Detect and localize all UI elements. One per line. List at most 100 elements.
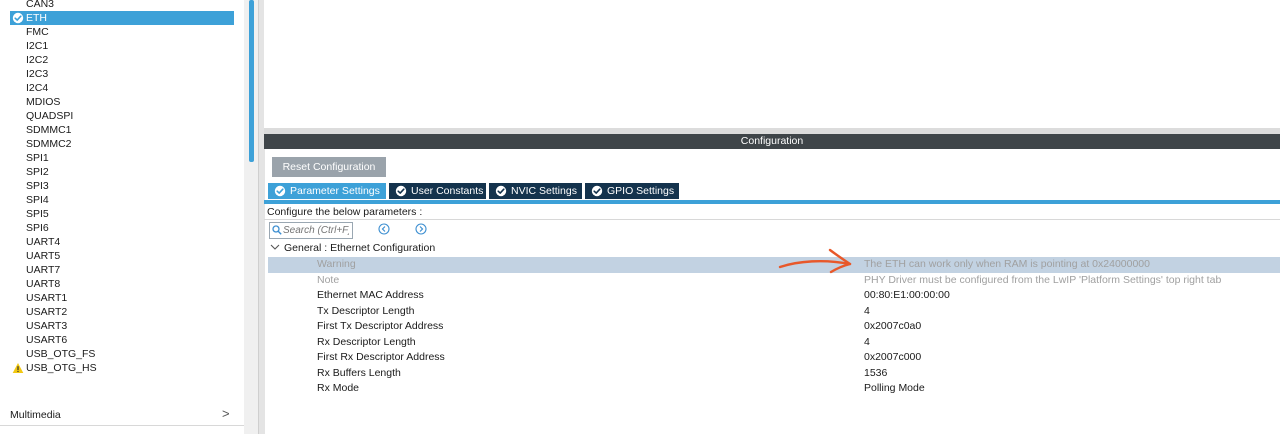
peripheral-item-spi1[interactable]: SPI1: [10, 151, 234, 165]
peripheral-label: SPI5: [26, 208, 49, 220]
tab-label: Parameter Settings: [290, 185, 380, 197]
reset-configuration-button[interactable]: Reset Configuration: [272, 157, 386, 177]
peripheral-label: USART6: [26, 334, 68, 346]
peripheral-item-sdmmc1[interactable]: SDMMC1: [10, 123, 234, 137]
peripheral-label: SDMMC1: [26, 124, 72, 136]
peripheral-scrollbar[interactable]: [244, 0, 258, 434]
peripheral-item-usb-otg-fs[interactable]: USB_OTG_FS: [10, 347, 234, 361]
group-header-ethernet[interactable]: General : Ethernet Configuration: [270, 242, 435, 254]
param-row-first-rx-descriptor-address[interactable]: First Rx Descriptor Address 0x2007c000: [268, 350, 1280, 366]
peripheral-label: I2C1: [26, 40, 49, 52]
peripheral-label: UART4: [26, 236, 61, 248]
peripheral-label: ETH: [26, 12, 47, 24]
search-next-icon[interactable]: [415, 223, 427, 235]
group-title: General : Ethernet Configuration: [284, 242, 436, 254]
instruction-text: Configure the below parameters :: [267, 206, 423, 218]
chevron-down-icon: [270, 244, 280, 250]
peripheral-item-i2c3[interactable]: I2C3: [10, 67, 234, 81]
param-row-rx-mode[interactable]: Rx Mode Polling Mode: [268, 381, 1280, 397]
peripheral-item-spi2[interactable]: SPI2: [10, 165, 234, 179]
peripheral-panel: CAN3 ETH FMC I2C1 I2C2 I2C3 I2C4 MDIOS QUADSPI SD…: [0, 0, 244, 434]
peripheral-item-usart2[interactable]: USART2: [10, 305, 234, 319]
peripheral-item-usb-otg-hs[interactable]: USB_OTG_HS: [10, 361, 234, 375]
param-name: First Tx Descriptor Address: [317, 320, 444, 332]
chevron-right-icon: >: [222, 406, 230, 421]
tab-label: GPIO Settings: [607, 185, 675, 197]
param-row-warning[interactable]: Warning The ETH can work only when RAM is…: [268, 257, 1280, 273]
peripheral-item-sdmmc2[interactable]: SDMMC2: [10, 137, 234, 151]
search-previous-icon[interactable]: [378, 223, 390, 235]
peripheral-label: USB_OTG_FS: [26, 348, 96, 360]
peripheral-label: FMC: [26, 26, 49, 38]
param-value: 4: [864, 304, 870, 317]
peripheral-item-fmc[interactable]: FMC: [10, 25, 234, 39]
tab-label: User Constants: [411, 185, 484, 197]
category-multimedia[interactable]: Multimedia >: [0, 405, 244, 426]
tab-parameter-settings[interactable]: Parameter Settings: [268, 183, 386, 199]
peripheral-item-eth[interactable]: ETH: [10, 11, 234, 25]
param-name: Ethernet MAC Address: [317, 289, 424, 301]
peripheral-label: SDMMC2: [26, 138, 72, 150]
param-row-rx-descriptor-length[interactable]: Rx Descriptor Length 4: [268, 335, 1280, 351]
param-value: The ETH can work only when RAM is pointi…: [864, 258, 1150, 270]
peripheral-label: I2C3: [26, 68, 49, 80]
param-row-first-tx-descriptor-address[interactable]: First Tx Descriptor Address 0x2007c0a0: [268, 319, 1280, 335]
peripheral-label: SPI3: [26, 180, 49, 192]
peripheral-item-spi4[interactable]: SPI4: [10, 193, 234, 207]
tab-gpio-settings[interactable]: GPIO Settings: [585, 183, 679, 199]
peripheral-item-i2c2[interactable]: I2C2: [10, 53, 234, 67]
check-circle-icon: [495, 185, 507, 197]
peripheral-label: SPI1: [26, 152, 49, 164]
peripheral-item-i2c4[interactable]: I2C4: [10, 81, 234, 95]
peripheral-item-spi5[interactable]: SPI5: [10, 207, 234, 221]
param-value: PHY Driver must be configured from the L…: [864, 273, 1222, 286]
peripheral-label: MDIOS: [26, 96, 61, 108]
peripheral-label: UART7: [26, 264, 61, 276]
check-circle-icon: [591, 185, 603, 197]
search-box[interactable]: [269, 222, 353, 239]
param-row-rx-buffers-length[interactable]: Rx Buffers Length 1536: [268, 366, 1280, 382]
peripheral-item-usart1[interactable]: USART1: [10, 291, 234, 305]
tab-nvic-settings[interactable]: NVIC Settings: [489, 183, 582, 199]
param-value: 1536: [864, 366, 888, 379]
peripheral-item-quadspi[interactable]: QUADSPI: [10, 109, 234, 123]
peripheral-label: USB_OTG_HS: [26, 362, 97, 374]
peripheral-item-uart7[interactable]: UART7: [10, 263, 234, 277]
peripheral-label: UART5: [26, 250, 61, 262]
param-name: Rx Mode: [317, 382, 360, 394]
peripheral-label: I2C2: [26, 54, 49, 66]
param-row-ethernet-mac-address[interactable]: Ethernet MAC Address 00:80:E1:00:00:00: [268, 288, 1280, 304]
check-circle-icon: [274, 185, 286, 197]
peripheral-item-spi3[interactable]: SPI3: [10, 179, 234, 193]
warning-icon: [12, 363, 24, 373]
peripheral-item-mdios[interactable]: MDIOS: [10, 95, 234, 109]
peripheral-label: QUADSPI: [26, 110, 74, 122]
peripheral-label: SPI4: [26, 194, 49, 206]
tab-underline: [264, 200, 1280, 204]
peripheral-label: SPI2: [26, 166, 49, 178]
peripheral-item-uart5[interactable]: UART5: [10, 249, 234, 263]
pinout-view: [264, 0, 1280, 128]
category-label: Multimedia: [10, 409, 61, 421]
peripheral-item-uart4[interactable]: UART4: [10, 235, 234, 249]
scrollbar-thumb[interactable]: [249, 0, 254, 162]
peripheral-label: UART8: [26, 278, 61, 290]
param-row-tx-descriptor-length[interactable]: Tx Descriptor Length 4: [268, 304, 1280, 320]
param-value: Polling Mode: [864, 382, 925, 394]
peripheral-label: SPI6: [26, 222, 49, 234]
divider: [264, 219, 1280, 220]
peripheral-item-usart6[interactable]: USART6: [10, 333, 234, 347]
peripheral-item-can3[interactable]: CAN3: [10, 0, 234, 11]
peripheral-item-i2c1[interactable]: I2C1: [10, 39, 234, 53]
peripheral-label: USART2: [26, 306, 68, 318]
peripheral-item-usart3[interactable]: USART3: [10, 319, 234, 333]
param-value: 00:80:E1:00:00:00: [864, 289, 950, 301]
annotation-arrow-icon: [778, 248, 852, 274]
tab-label: NVIC Settings: [511, 185, 577, 197]
peripheral-item-uart8[interactable]: UART8: [10, 277, 234, 291]
param-row-note[interactable]: Note PHY Driver must be configured from t…: [268, 273, 1280, 289]
tab-user-constants[interactable]: User Constants: [389, 183, 486, 199]
peripheral-label: I2C4: [26, 82, 49, 94]
peripheral-item-spi6[interactable]: SPI6: [10, 221, 234, 235]
search-input[interactable]: [283, 223, 349, 238]
